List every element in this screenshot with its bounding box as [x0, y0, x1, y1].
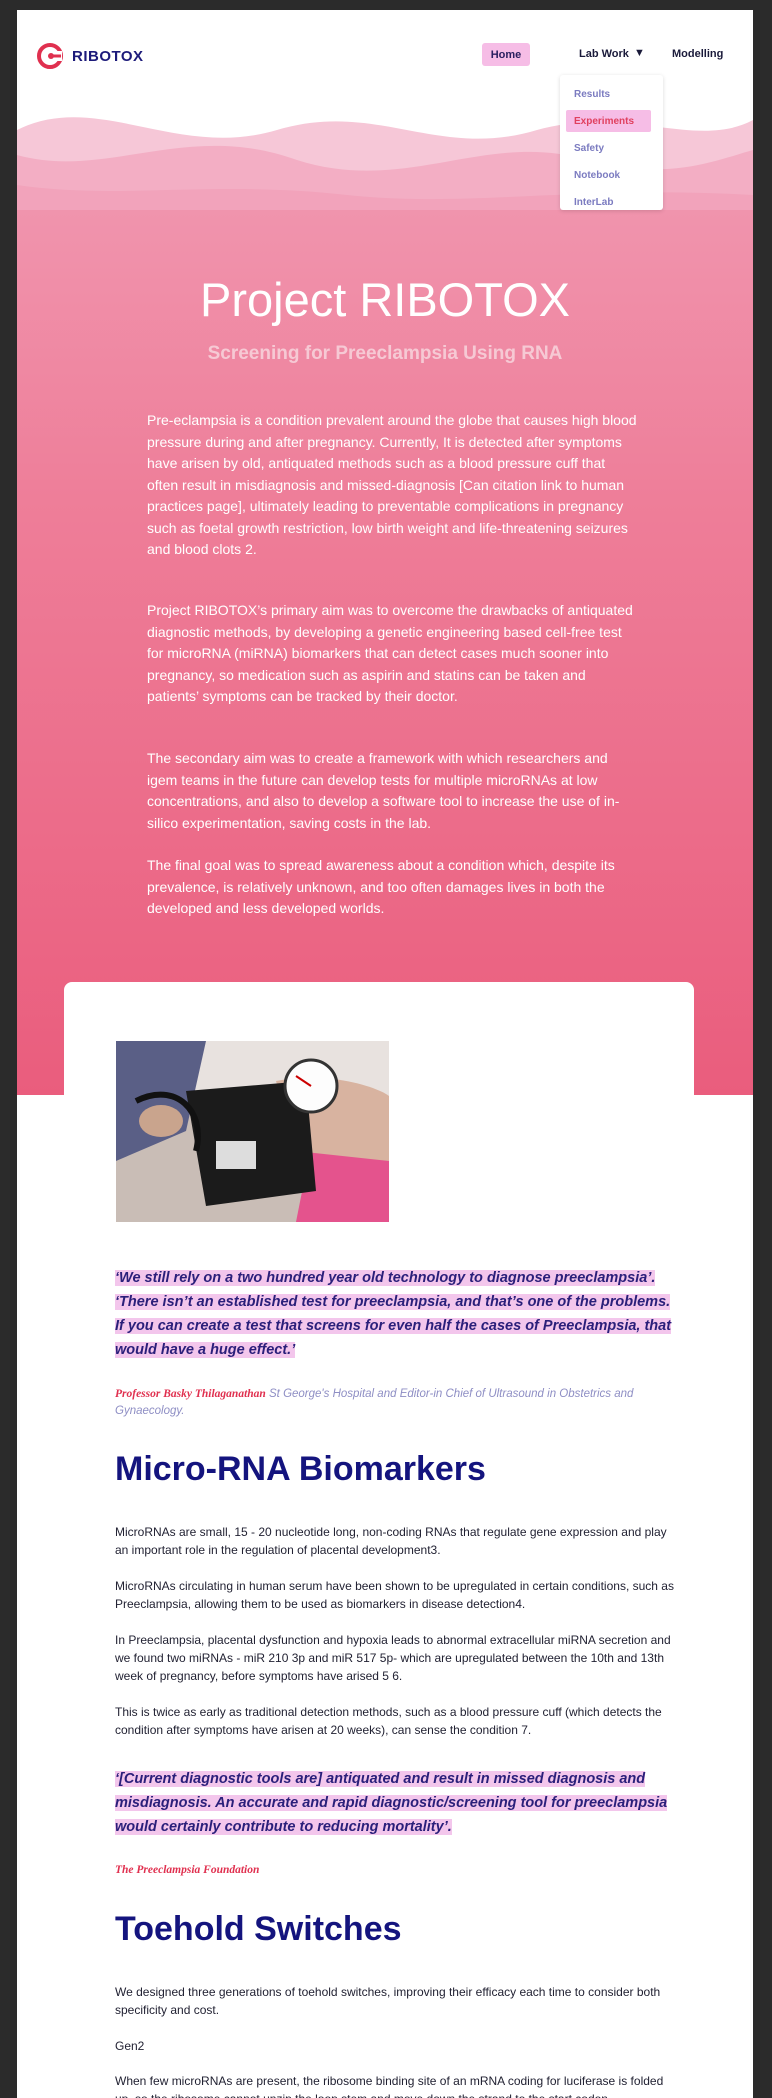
quote-author: The Preeclampsia Foundation: [115, 1864, 260, 1876]
body-paragraph: We designed three generations of toehold…: [115, 1985, 661, 2017]
section-heading-microrna: Micro-RNA Biomarkers: [115, 1450, 486, 1488]
nav-home-link[interactable]: Home: [482, 43, 530, 66]
body-paragraph: This is twice as early as traditional de…: [115, 1705, 662, 1737]
section-heading-toehold: Toehold Switches: [115, 1910, 402, 1948]
ribotox-logo-icon: [37, 43, 63, 69]
menu-item-experiments[interactable]: Experiments: [566, 110, 651, 132]
blood-pressure-cuff-image: [116, 1041, 389, 1222]
quote-citation: The Preeclampsia Foundation: [115, 1862, 635, 1879]
hero-section: RIBOTOX Home Lab Work ▼ Modelling Result…: [17, 10, 753, 1095]
foundation-quote-text: ‘[Current diagnostic tools are] antiquat…: [115, 1771, 668, 1835]
body-paragraph: In Preeclampsia, placental dysfunction a…: [115, 1633, 671, 1683]
intro-paragraph: The secondary aim was to create a framew…: [147, 750, 620, 831]
quote-citation: Professor Basky Thilaganathan St George'…: [115, 1386, 635, 1420]
foundation-quote: ‘[Current diagnostic tools are] antiquat…: [115, 1767, 675, 1839]
expert-quote-text: ‘We still rely on a two hundred year old…: [115, 1270, 672, 1358]
page-subtitle: Screening for Preeclampsia Using RNA: [207, 343, 563, 364]
intro-paragraph: The final goal was to spread awareness a…: [147, 857, 615, 916]
intro-paragraph: Project RIBOTOX’s primary aim was to ove…: [147, 602, 633, 704]
nav-lab-work-link[interactable]: Lab Work: [579, 48, 629, 60]
body-paragraph: MicroRNAs are small, 15 - 20 nucleotide …: [115, 1525, 667, 1557]
lab-work-dropdown-menu: Results Experiments Safety Notebook Inte…: [560, 75, 663, 210]
body-paragraph: When few microRNAs are present, the ribo…: [115, 2074, 664, 2098]
menu-item-notebook[interactable]: Notebook: [566, 164, 651, 186]
brand-name: RIBOTOX: [72, 47, 144, 65]
body-paragraph: MicroRNAs circulating in human serum hav…: [115, 1579, 674, 1611]
menu-item-safety[interactable]: Safety: [566, 137, 651, 159]
page-title: Project RIBOTOX: [199, 273, 570, 326]
chevron-down-icon[interactable]: ▼: [634, 47, 645, 59]
generation-label: Gen2: [115, 2039, 145, 2053]
expert-quote: ‘We still rely on a two hundred year old…: [115, 1266, 675, 1362]
page: RIBOTOX Home Lab Work ▼ Modelling Result…: [17, 10, 753, 2098]
menu-item-interlab[interactable]: InterLab: [566, 191, 651, 213]
nav-modelling-link[interactable]: Modelling: [672, 48, 723, 60]
quote-author: Professor Basky Thilaganathan: [115, 1388, 266, 1400]
menu-item-results[interactable]: Results: [566, 83, 651, 105]
brand-logo[interactable]: RIBOTOX: [36, 42, 144, 70]
intro-paragraph: Pre-eclampsia is a condition prevalent a…: [147, 412, 637, 557]
